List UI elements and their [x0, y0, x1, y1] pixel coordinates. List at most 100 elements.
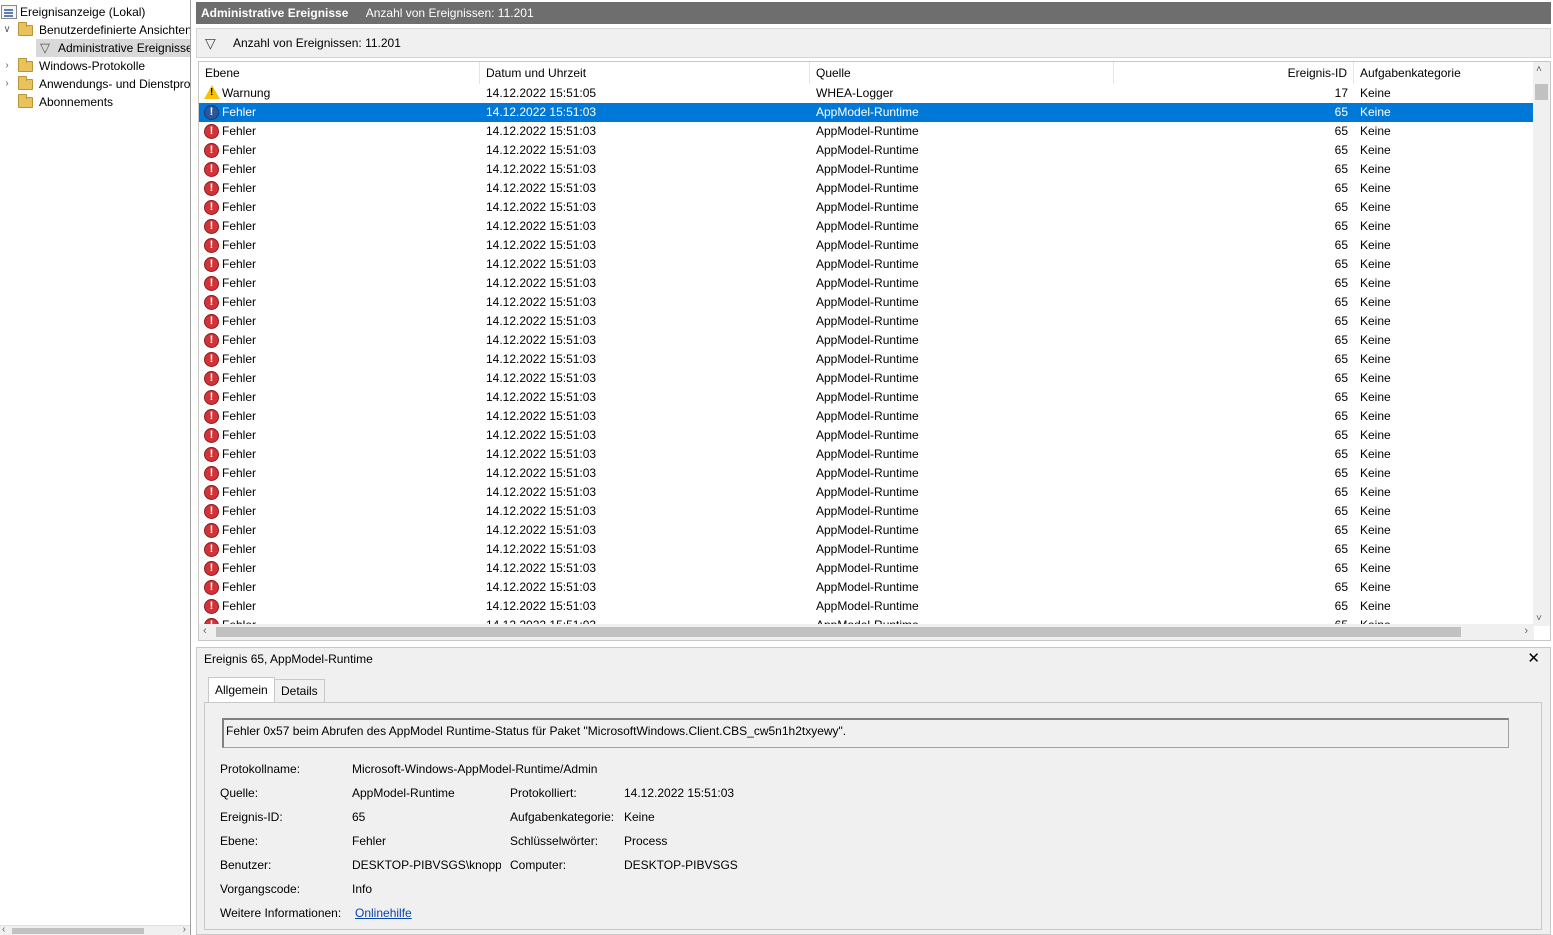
event-list-horizontal-scrollbar[interactable]: ‹ › [199, 624, 1534, 640]
table-row[interactable]: ! Warnung 14.12.2022 15:51:05 WHEA-Logger 17… [199, 84, 1534, 103]
cell-category: Keine [1360, 314, 1391, 328]
table-row[interactable]: ! Fehler 14.12.2022 15:51:03 AppModel-Runti… [199, 597, 1534, 616]
scroll-right-icon[interactable]: › [1524, 625, 1528, 637]
cell-source: AppModel-Runtime [816, 143, 919, 157]
cell-date: 14.12.2022 15:51:03 [486, 105, 597, 119]
table-row[interactable]: ! Fehler 14.12.2022 15:51:03 AppModel-Runti… [199, 255, 1534, 274]
level-text: Fehler [222, 390, 257, 404]
table-row[interactable]: ! Fehler 14.12.2022 15:51:03 AppModel-Runti… [199, 559, 1534, 578]
chevron-right-icon[interactable]: › [1, 57, 13, 75]
tree-item-root[interactable]: Ereignisanzeige (Lokal) [0, 3, 190, 21]
table-row[interactable]: ! Fehler 14.12.2022 15:51:03 AppModel-Runti… [199, 578, 1534, 597]
error-icon: ! [204, 276, 219, 291]
event-message[interactable]: Fehler 0x57 beim Abrufen des AppModel Ru… [222, 718, 1509, 748]
navigation-tree: Ereignisanzeige (Lokal) ∨ Benutzerdefini… [0, 0, 191, 935]
table-row[interactable]: ! Fehler 14.12.2022 15:51:03 AppModel-Runti… [199, 122, 1534, 141]
tab-general[interactable]: Allgemein [208, 677, 275, 703]
table-row[interactable]: ! Fehler 14.12.2022 15:51:03 AppModel-Runti… [199, 483, 1534, 502]
cell-date: 14.12.2022 15:51:03 [486, 485, 597, 499]
cell-category: Keine [1360, 561, 1391, 575]
cell-event-id: 65 [1334, 162, 1348, 176]
table-row[interactable]: ! Fehler 14.12.2022 15:51:03 AppModel-Runti… [199, 350, 1534, 369]
cell-level: ! Fehler [203, 331, 479, 350]
scrollbar-thumb[interactable] [1535, 84, 1548, 100]
table-row[interactable]: ! Fehler 14.12.2022 15:51:03 AppModel-Runti… [199, 369, 1534, 388]
tree-item-custom-views[interactable]: ∨ Benutzerdefinierte Ansichten [0, 21, 190, 39]
cell-date: 14.12.2022 15:51:03 [486, 314, 597, 328]
cell-event-id: 65 [1334, 466, 1348, 480]
cell-level: ! Fehler [203, 122, 479, 141]
cell-source: AppModel-Runtime [816, 257, 919, 271]
table-row[interactable]: ! Fehler 14.12.2022 15:51:03 AppModel-Runti… [199, 464, 1534, 483]
online-help-link[interactable]: Onlinehilfe [355, 906, 412, 920]
cell-category: Keine [1360, 504, 1391, 518]
tab-details[interactable]: Details [274, 679, 325, 702]
table-row[interactable]: ! Fehler 14.12.2022 15:51:03 AppModel-Runti… [199, 160, 1534, 179]
scroll-left-icon[interactable]: ‹ [203, 625, 207, 637]
table-row[interactable]: ! Fehler 14.12.2022 15:51:03 AppModel-Runti… [199, 426, 1534, 445]
value-user: DESKTOP-PIBVSGS\knopperz [352, 858, 501, 872]
error-icon: ! [204, 314, 219, 329]
cell-event-id: 65 [1334, 485, 1348, 499]
table-row[interactable]: ! Fehler 14.12.2022 15:51:03 AppModel-Runti… [199, 407, 1534, 426]
cell-level: ! Fehler [203, 350, 479, 369]
error-icon: ! [204, 200, 219, 215]
table-row[interactable]: ! Fehler 14.12.2022 15:51:03 AppModel-Runti… [199, 293, 1534, 312]
cell-event-id: 65 [1334, 523, 1348, 537]
table-row[interactable]: ! Fehler 14.12.2022 15:51:03 AppModel-Runti… [199, 502, 1534, 521]
table-row[interactable]: ! Fehler 14.12.2022 15:51:03 AppModel-Runti… [199, 198, 1534, 217]
chevron-right-icon[interactable]: › [1, 75, 13, 93]
column-header-level[interactable]: Ebene [199, 62, 480, 84]
cell-date: 14.12.2022 15:51:03 [486, 162, 597, 176]
table-row[interactable]: ! Fehler 14.12.2022 15:51:03 AppModel-Runti… [199, 312, 1534, 331]
column-header-date[interactable]: Datum und Uhrzeit [480, 62, 810, 84]
close-icon[interactable]: ✕ [1527, 649, 1540, 667]
column-header-source[interactable]: Quelle [810, 62, 1114, 84]
cell-category: Keine [1360, 390, 1391, 404]
cell-date: 14.12.2022 15:51:03 [486, 466, 597, 480]
table-row[interactable]: ! Fehler 14.12.2022 15:51:03 AppModel-Runti… [199, 445, 1534, 464]
cell-category: Keine [1360, 542, 1391, 556]
table-row[interactable]: ! Fehler 14.12.2022 15:51:03 AppModel-Runti… [199, 141, 1534, 160]
tree-item-admin-events[interactable]: ▽ Administrative Ereignisse [36, 39, 190, 57]
table-row[interactable]: ! Fehler 14.12.2022 15:51:03 AppModel-Runti… [199, 540, 1534, 559]
table-row[interactable]: ! Fehler 14.12.2022 15:51:03 AppModel-Runti… [199, 274, 1534, 293]
label-logged: Protokolliert: [510, 786, 577, 800]
level-text: Fehler [222, 447, 257, 461]
chevron-down-icon[interactable]: ∨ [1, 21, 13, 39]
cell-source: WHEA-Logger [816, 86, 894, 100]
cell-level: ! Fehler [203, 540, 479, 559]
tree-item-subscriptions[interactable]: Abonnements [0, 93, 190, 111]
table-row[interactable]: ! Fehler 14.12.2022 15:51:03 AppModel-Runti… [199, 236, 1534, 255]
error-icon: ! [204, 580, 219, 595]
tree-item-label: Ereignisanzeige (Lokal) [20, 5, 146, 19]
table-row[interactable]: ! Fehler 14.12.2022 15:51:03 AppModel-Runti… [199, 103, 1534, 122]
folder-icon [18, 58, 33, 72]
scroll-right-icon[interactable]: › [183, 924, 186, 935]
tree-item-app-service-logs[interactable]: › Anwendungs- und Dienstprotokolle [0, 75, 190, 93]
tree-horizontal-scrollbar[interactable]: ‹ › [0, 924, 190, 935]
scroll-up-icon[interactable]: ˄ [1536, 64, 1542, 75]
cell-date: 14.12.2022 15:51:03 [486, 295, 597, 309]
cell-category: Keine [1360, 428, 1391, 442]
cell-source: AppModel-Runtime [816, 333, 919, 347]
value-source: AppModel-Runtime [352, 786, 455, 800]
scrollbar-thumb[interactable] [216, 627, 1461, 637]
cell-date: 14.12.2022 15:51:03 [486, 219, 597, 233]
table-row[interactable]: ! Fehler 14.12.2022 15:51:03 AppModel-Runti… [199, 331, 1534, 350]
table-row[interactable]: ! Fehler 14.12.2022 15:51:03 AppModel-Runti… [199, 217, 1534, 236]
cell-category: Keine [1360, 523, 1391, 537]
table-row[interactable]: ! Fehler 14.12.2022 15:51:03 AppModel-Runti… [199, 521, 1534, 540]
tree-item-windows-logs[interactable]: › Windows-Protokolle [0, 57, 190, 75]
scrollbar-thumb[interactable] [12, 928, 144, 934]
value-opcode: Info [352, 882, 373, 896]
column-header-event-id[interactable]: Ereignis-ID [1114, 62, 1354, 84]
event-list-vertical-scrollbar[interactable]: ˄ ˅ [1533, 62, 1550, 626]
level-text: Fehler [222, 599, 257, 613]
table-row[interactable]: ! Fehler 14.12.2022 15:51:03 AppModel-Runti… [199, 179, 1534, 198]
scroll-left-icon[interactable]: ‹ [2, 924, 5, 935]
table-row[interactable]: ! Fehler 14.12.2022 15:51:03 AppModel-Runti… [199, 388, 1534, 407]
scroll-down-icon[interactable]: ˅ [1536, 613, 1542, 624]
cell-category: Keine [1360, 409, 1391, 423]
column-header-category[interactable]: Aufgabenkategorie [1354, 62, 1534, 84]
